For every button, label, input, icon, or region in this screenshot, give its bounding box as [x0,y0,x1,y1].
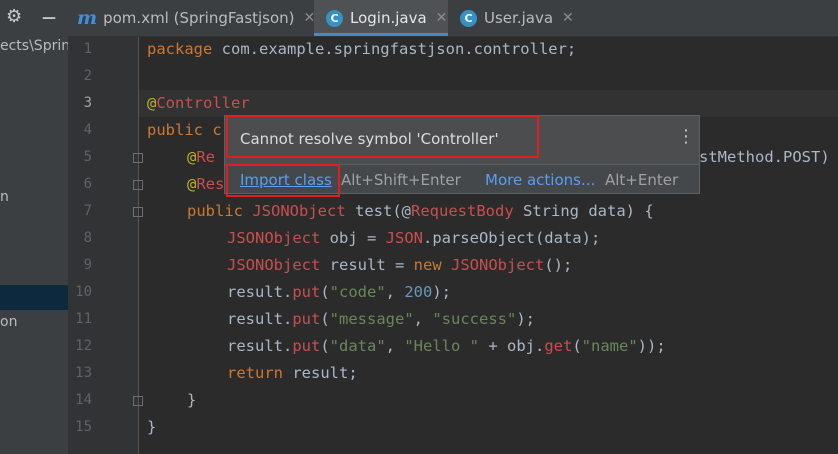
code-line-4[interactable]: public c [147,117,222,144]
highlight-box-message [226,115,539,158]
maven-icon: m [77,7,98,29]
class-icon: C [326,9,343,27]
line-number: 12 [75,338,92,354]
minimize-icon[interactable]: — [42,7,56,29]
code-line-6[interactable]: @Res [187,171,224,198]
tab-user-java[interactable]: C User.java ✕ [460,0,580,36]
line-number: 9 [83,257,92,273]
tab-label: pom.xml (SpringFastjson) [103,9,295,27]
line-number: 3 [83,95,92,111]
unresolved-symbol: Controller [156,94,250,112]
close-icon[interactable]: ✕ [562,10,574,26]
tab-login-java[interactable]: C Login.java ✕ [314,0,448,36]
code-line-5-tail[interactable]: stMethod.POST) [699,144,830,171]
code-line-12[interactable]: result.put("data", "Hello " + obj.get("n… [227,333,666,360]
more-actions-shortcut: Alt+Enter [605,171,679,189]
line-number: 6 [83,176,92,192]
line-number: 14 [75,392,92,408]
line-number: 7 [83,203,92,219]
class-icon: C [460,9,477,27]
line-number: 13 [75,365,92,381]
line-number: 8 [83,230,92,246]
line-number: 15 [75,419,92,435]
fold-marker-icon[interactable] [133,396,143,406]
tab-label: Login.java [350,9,427,27]
code-line-15[interactable]: } [147,414,156,441]
fold-marker-icon[interactable] [133,153,143,163]
code-line-9[interactable]: JSONObject result = new JSONObject(); [227,252,572,279]
project-tree-item[interactable]: n [0,189,9,205]
line-number: 5 [83,149,92,165]
more-actions-link[interactable]: More actions... [485,171,595,189]
close-icon[interactable]: ✕ [436,10,448,26]
project-tree-item[interactable]: on [0,314,17,330]
project-path-fragment[interactable]: ects\Sprin [0,38,68,54]
line-number: 4 [83,122,92,138]
line-number: 2 [83,68,92,84]
line-number: 11 [75,311,92,327]
code-line-11[interactable]: result.put("message", "success"); [227,306,535,333]
tab-pom-xml[interactable]: m pom.xml (SpringFastjson) ✕ [77,0,315,36]
tab-label: User.java [484,9,554,27]
code-line-14[interactable]: } [187,387,196,414]
project-panel [0,0,68,454]
line-number: 1 [83,41,92,57]
code-line-3[interactable]: @Controller [147,90,250,117]
more-options-icon[interactable]: ⋮ [677,126,695,147]
project-tree-selected-row[interactable] [0,285,68,310]
project-toolbar: ⚙ — [0,0,68,36]
line-number: 10 [75,284,92,300]
code-line-7[interactable]: public JSONObject test(@RequestBody Stri… [187,198,654,225]
import-class-shortcut: Alt+Shift+Enter [341,171,461,189]
fold-marker-icon[interactable] [133,207,143,217]
code-line-8[interactable]: JSONObject obj = JSON.parseObject(data); [227,225,600,252]
gear-icon[interactable]: ⚙ [6,6,22,28]
code-line-10[interactable]: result.put("code", 200); [227,279,451,306]
editor-tab-bar: m pom.xml (SpringFastjson) ✕ C Login.jav… [68,0,838,37]
code-line-13[interactable]: return result; [227,360,358,387]
fold-marker-icon[interactable] [133,180,143,190]
code-line-1[interactable]: package com.example.springfastjson.contr… [147,36,576,63]
code-line-5[interactable]: @Re [187,144,215,171]
highlight-box-import [226,164,340,197]
